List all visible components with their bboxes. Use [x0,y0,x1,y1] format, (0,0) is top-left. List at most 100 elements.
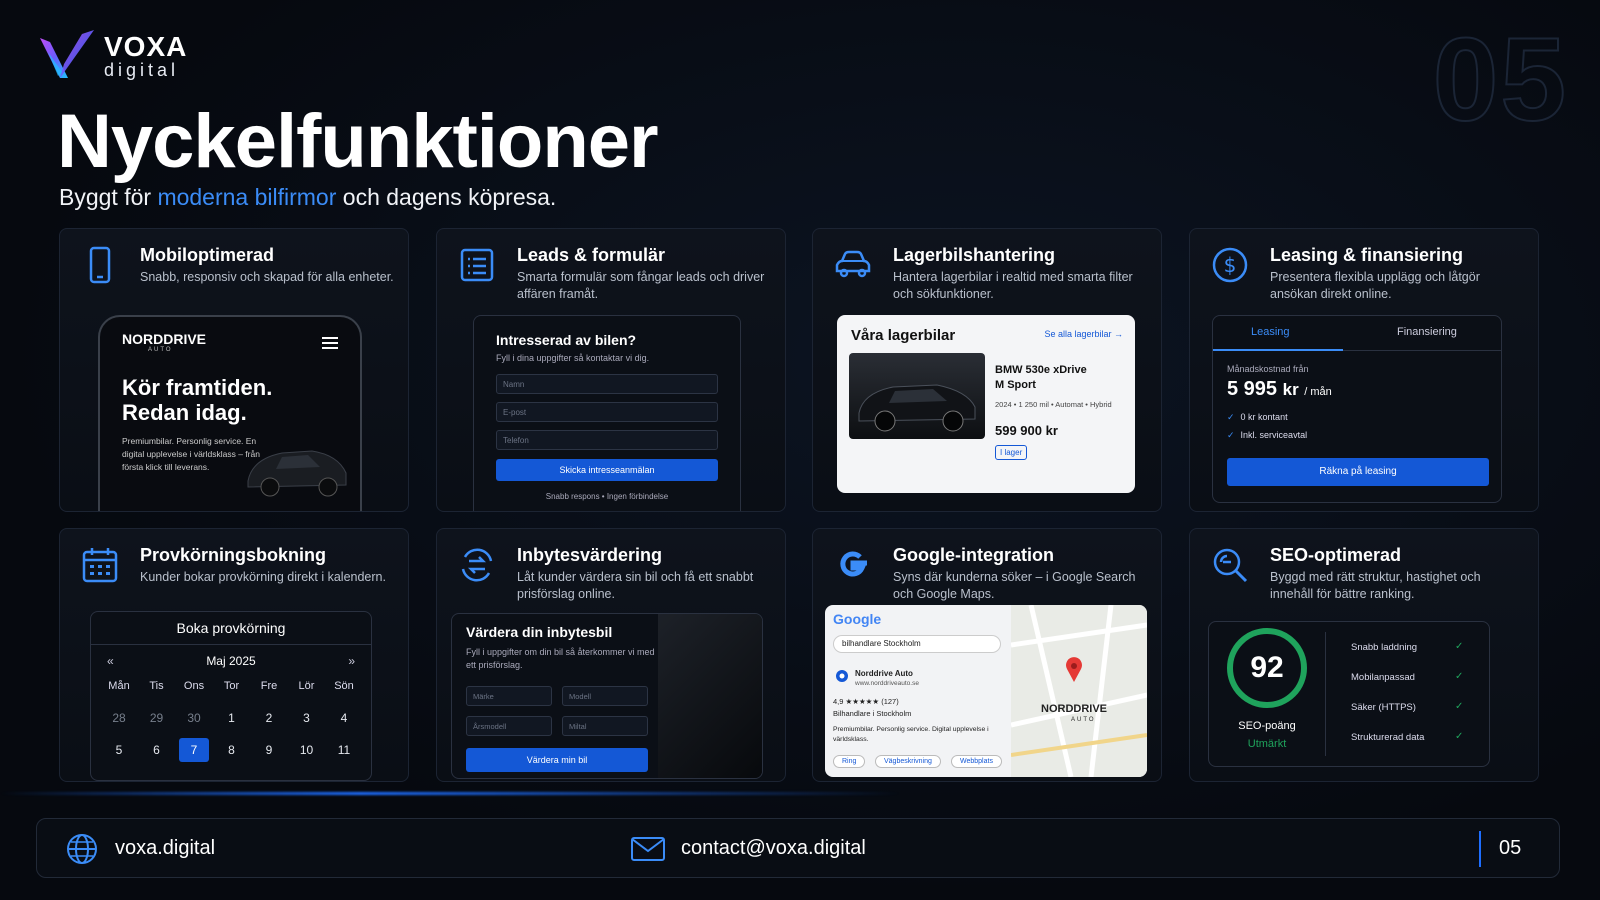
call-chip[interactable]: Ring [833,755,866,768]
map-label-sub: AUTO [1071,717,1096,723]
year-select[interactable]: Årsmodell [466,716,552,736]
business-url[interactable]: www.norddriveauto.se [855,680,919,687]
directions-chip[interactable]: Vägbeskrivning [875,755,941,768]
map-roads [1010,605,1147,777]
calendar-day[interactable]: 11 [329,738,359,762]
check-icon: ✓ [1455,671,1464,682]
calendar-day[interactable]: 3 [292,706,322,730]
calendar-day[interactable]: 2 [254,706,284,730]
weekday-label: Tis [149,680,164,692]
calendar-day[interactable]: 4 [329,706,359,730]
calendar-day[interactable]: 29 [142,706,172,730]
calendar-day[interactable]: 9 [254,738,284,762]
seo-item: Mobilanpassad [1351,672,1415,683]
search-input[interactable]: bilhandlare Stockholm [833,635,1001,653]
business-rating: 4,9 ★★★★★ (127) [833,697,899,706]
card-title: Leads & formulär [517,245,666,265]
monthly-label: Månadskostnad från [1227,364,1309,374]
page-number: 05 [1499,837,1522,859]
next-month-button[interactable]: » [348,654,355,668]
card-desc: Syns där kunderna söker – i Google Searc… [893,570,1136,601]
map-view[interactable]: NORDDRIVE AUTO [1010,605,1147,777]
check-item: ✓ Inkl. serviceavtal [1227,430,1307,441]
menu-icon[interactable] [322,337,338,349]
card-desc: Presentera flexibla upplägg och låtgör a… [1270,270,1480,301]
card-mobile: Mobiloptimerad Snabb, responsiv och skap… [59,228,409,512]
tab-active-indicator [1213,349,1343,351]
check-icon: ✓ [1227,412,1235,422]
price-value: 5 995 [1227,378,1278,400]
car-image [247,450,347,497]
stock-badge: I lager [995,445,1028,460]
calendar-day[interactable]: 5 [104,738,134,762]
website-link[interactable]: voxa.digital [115,837,215,860]
car-price: 599 900 kr [995,423,1058,438]
card-seo: SEO-optimerad Byggd med rätt struktur, h… [1189,528,1539,782]
dollar-icon: $ [1212,247,1248,283]
svg-text:$: $ [1224,253,1237,277]
monthly-price: 5 995 kr / mån [1227,378,1332,401]
google-panel: Google bilhandlare Stockholm Norddrive A… [825,605,1147,777]
card-desc: Hantera lagerbilar i realtid med smarta … [893,270,1133,301]
seo-score: 92 [1227,628,1307,708]
price-period: / mån [1304,386,1332,398]
brand-logo[interactable]: VOXA digital [38,28,187,84]
form-icon [460,248,494,282]
model-select[interactable]: Modell [562,686,648,706]
see-all-link[interactable]: Se alla lagerbilar → [1044,329,1123,339]
make-select[interactable]: Märke [466,686,552,706]
tab-financing[interactable]: Finansiering [1397,326,1457,338]
tradein-title: Värdera din inbytesbil [466,624,613,640]
form-sub: Fyll i dina uppgifter så kontaktar vi di… [496,353,650,363]
value-car-button[interactable]: Värdera min bil [466,748,648,772]
email-field[interactable]: E-post [496,402,718,422]
headline-line1: Kör framtiden. [122,375,273,400]
card-title: Mobiloptimerad [140,245,274,265]
check-icon: ✓ [1455,701,1464,712]
exchange-icon [461,548,493,582]
brand-name: VOXA [104,31,188,62]
voxa-logo-icon [40,30,94,78]
tradein-sub: Fyll i uppgifter om din bil så återkomme… [466,647,655,670]
phone-field[interactable]: Telefon [496,430,718,450]
calendar-day[interactable]: 28 [104,706,134,730]
seo-score-label: SEO-poäng [1238,720,1296,732]
weekday-label: Lör [298,680,315,692]
calendar-day[interactable]: 6 [142,738,172,762]
website-chip[interactable]: Webbplats [951,755,1002,768]
inventory-title: Våra lagerbilar [851,327,956,344]
calendar-day[interactable]: 10 [292,738,322,762]
lead-form: Intresserad av bilen? Fyll i dina uppgif… [473,315,741,511]
car-image [858,384,976,432]
mileage-select[interactable]: Miltal [562,716,648,736]
footer-divider [1479,831,1481,867]
business-category: Bilhandlare i Stockholm [833,709,912,718]
car-photo[interactable] [849,353,985,439]
calendar-day[interactable]: 1 [217,706,247,730]
email-link[interactable]: contact@voxa.digital [681,837,866,860]
tradein-panel: Värdera din inbytesbil Fyll i uppgifter … [451,613,763,779]
check-text: Inkl. serviceavtal [1240,430,1308,440]
calendar-divider [91,644,371,645]
google-icon [840,551,867,577]
calc-leasing-button[interactable]: Räkna på leasing [1227,458,1489,486]
weekday-label: Sön [334,680,354,692]
submit-interest-button[interactable]: Skicka intresseanmälan [496,459,718,481]
name-field[interactable]: Namn [496,374,718,394]
car-name-line1: BMW 530e xDrive [995,364,1087,376]
card-desc: Byggd med rätt struktur, hastighet och i… [1270,570,1481,601]
map-label: NORDDRIVE [1041,703,1108,715]
calendar-day[interactable]: 7 [179,738,209,762]
calendar-day[interactable]: 30 [179,706,209,730]
car-name: BMW 530e xDrive M Sport [995,363,1087,393]
tab-leasing[interactable]: Leasing [1251,326,1290,338]
seo-item: Säker (HTTPS) [1351,702,1416,713]
seo-search-icon [1213,548,1248,583]
calendar-day[interactable]: 8 [217,738,247,762]
business-name[interactable]: Norddrive Auto [855,669,913,678]
seo-panel: 92 SEO-poäng Utmärkt Snabb laddning ✓ Mo… [1208,621,1490,767]
card-title: Lagerbilshantering [893,245,1056,265]
form-note: Snabb respons • Ingen förbindelse [545,492,669,501]
car-image [658,614,762,778]
card-google: Google-integration Syns där kunderna sök… [812,528,1162,782]
